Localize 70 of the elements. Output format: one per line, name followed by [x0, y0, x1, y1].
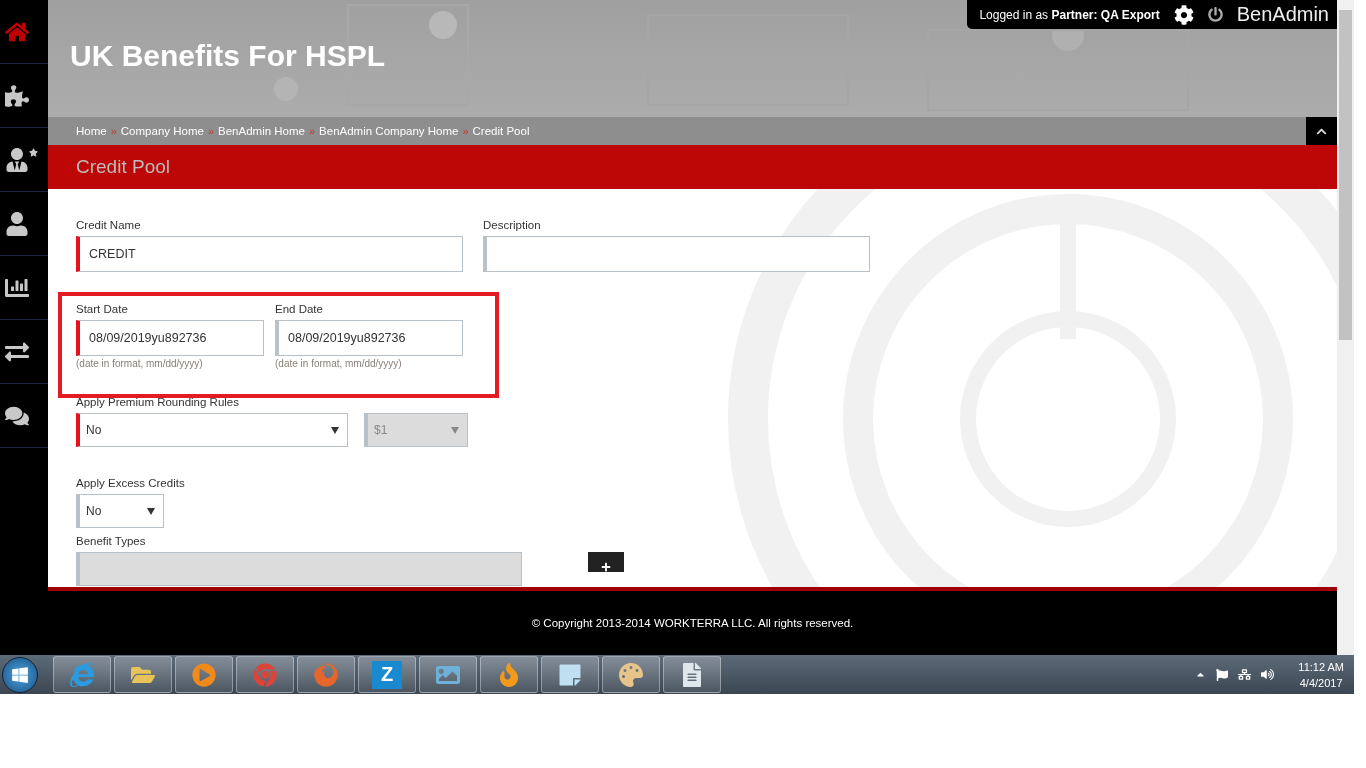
- breadcrumb-link[interactable]: BenAdmin Home: [218, 125, 305, 137]
- browser-icon: [253, 662, 277, 687]
- network-icon[interactable]: [1238, 668, 1252, 681]
- caret-icon: [451, 426, 459, 434]
- dropdown[interactable]: No: [76, 494, 164, 528]
- play-icon: [192, 662, 216, 687]
- puzzle-icon: [5, 83, 29, 108]
- field-label: Credit Name: [76, 219, 142, 231]
- text-field[interactable]: [483, 236, 870, 272]
- taskbar-app-button[interactable]: [419, 656, 477, 693]
- breadcrumb-separator: »: [110, 125, 117, 137]
- breadcrumb-separator: »: [207, 125, 215, 137]
- start-button[interactable]: [2, 656, 38, 693]
- field-label: Apply Excess Credits: [76, 477, 186, 489]
- taskbar-app-button[interactable]: [175, 656, 233, 693]
- breadcrumb-link[interactable]: Credit Pool: [472, 125, 530, 137]
- taskbar-app-button[interactable]: Z: [358, 656, 416, 693]
- caret-icon: [147, 507, 155, 515]
- windows-icon: [11, 665, 29, 684]
- collapse-button[interactable]: [1306, 117, 1337, 145]
- app-letter-icon: Z: [372, 660, 402, 689]
- palette-icon: [619, 662, 643, 687]
- breadcrumb-link[interactable]: Home: [76, 125, 107, 137]
- date-field[interactable]: 08/09/2019yu892736: [76, 320, 264, 356]
- user-icon: [5, 211, 29, 236]
- field-label: Description: [483, 219, 542, 231]
- browser-icon: [314, 662, 338, 687]
- user-star-icon: [5, 147, 38, 172]
- taskbar-app-button[interactable]: [541, 656, 599, 693]
- caret-icon: [331, 426, 339, 434]
- field-label: Apply Premium Rounding Rules: [76, 396, 240, 408]
- volume-icon[interactable]: [1261, 668, 1275, 681]
- flame-icon: [497, 662, 521, 687]
- document-icon: [680, 662, 704, 687]
- login-status: Logged in as Partner: QA Export: [979, 7, 1160, 22]
- taskbar-app-button[interactable]: [53, 656, 111, 693]
- dropdown[interactable]: No: [76, 413, 348, 447]
- breadcrumb-separator: »: [308, 125, 316, 137]
- flag-icon[interactable]: [1216, 668, 1229, 681]
- notepad-icon: [558, 662, 582, 687]
- app-name: BenAdmin: [1236, 3, 1329, 26]
- format-hint: (date in format, mm/dd/yyyy): [76, 358, 204, 369]
- taskbar-app-button[interactable]: [236, 656, 294, 693]
- format-hint: (date in format, mm/dd/yyyy): [275, 358, 403, 369]
- copyright-text: © Copyright 2013-2014 WORKTERRA LLC. All rights reserved.: [531, 617, 854, 629]
- clock[interactable]: 11:12 AM 4/4/2017: [1298, 658, 1344, 691]
- add-button[interactable]: [588, 552, 624, 572]
- scrollbar[interactable]: [1337, 0, 1354, 655]
- power-icon[interactable]: [1207, 7, 1223, 22]
- breadcrumb-link[interactable]: BenAdmin Company Home: [319, 125, 459, 137]
- plus-icon: [601, 562, 611, 572]
- scrollbar-thumb[interactable]: [1339, 10, 1352, 340]
- breadcrumb-separator: »: [462, 125, 469, 137]
- taskbar-app-button[interactable]: [602, 656, 660, 693]
- date-field[interactable]: 08/09/2019yu892736: [275, 320, 463, 356]
- taskbar-app-button[interactable]: [663, 656, 721, 693]
- page-heading: UK Benefits For HSPL: [70, 38, 386, 73]
- breadcrumb-link[interactable]: Company Home: [120, 125, 204, 137]
- browser-icon: [70, 662, 94, 687]
- section-title: Credit Pool: [76, 156, 170, 178]
- clock-time: 11:12 AM: [1298, 659, 1344, 675]
- settings-icon[interactable]: [1173, 4, 1194, 25]
- field-label: Benefit Types: [76, 535, 147, 547]
- taskbar-app-button[interactable]: [297, 656, 355, 693]
- taskbar-app-button[interactable]: [114, 656, 172, 693]
- field-label: End Date: [275, 303, 324, 315]
- text-field[interactable]: CREDIT: [76, 236, 463, 272]
- field-label: Start Date: [76, 303, 129, 315]
- clock-date: 4/4/2017: [1299, 675, 1343, 691]
- taskbar-app-button[interactable]: [480, 656, 538, 693]
